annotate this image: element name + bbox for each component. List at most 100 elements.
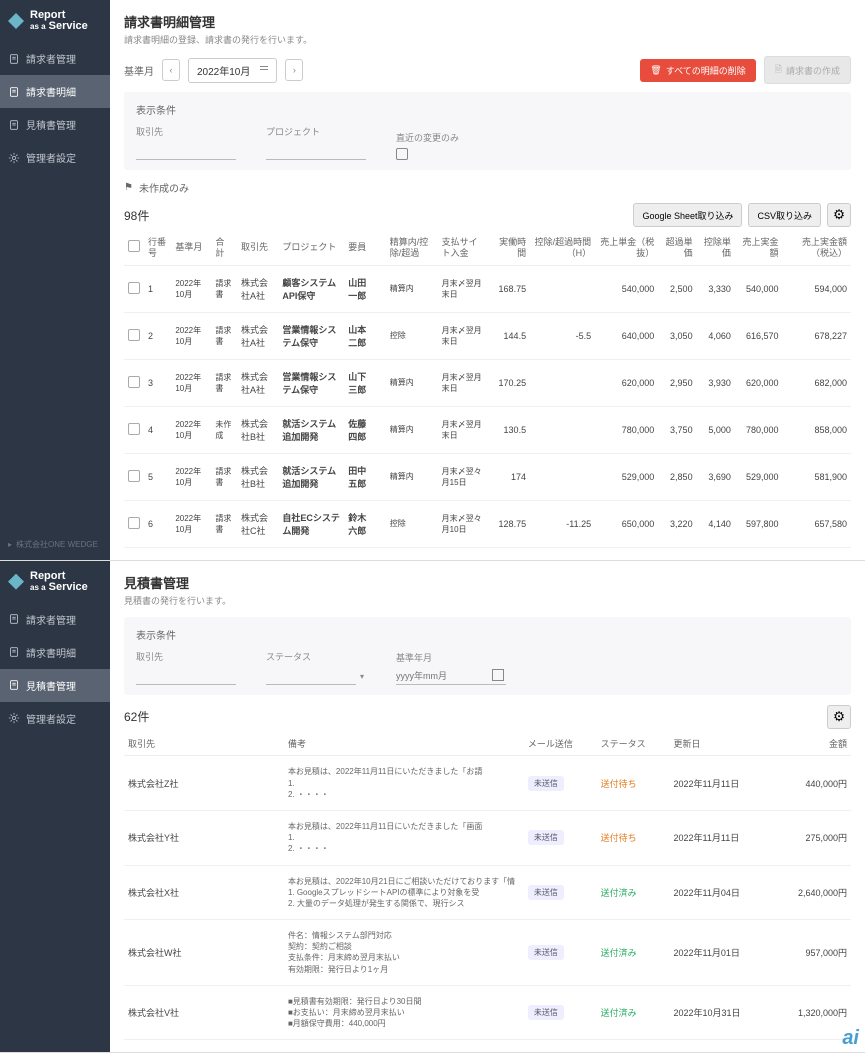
table-row[interactable]: 株式会社Z社本お見積は、2022年11月11日にいただきました「お請1.2. ・…: [124, 756, 851, 811]
cell-status: 送付済み: [597, 985, 670, 1040]
cell-hours: 130.5: [490, 406, 530, 453]
filter-changed-label: 直近の変更のみ: [396, 131, 496, 144]
col-header: 取引先: [124, 733, 284, 756]
table-settings-button[interactable]: ⚙: [827, 705, 851, 729]
cell-over: [530, 453, 595, 500]
import-gsheet-button[interactable]: Google Sheet取り込み: [633, 203, 742, 227]
row-checkbox[interactable]: [128, 423, 140, 435]
sidebar-item-2[interactable]: 見積書管理: [0, 108, 110, 141]
cell-month: 2022年10月: [171, 265, 211, 312]
row-checkbox[interactable]: [128, 376, 140, 388]
sidebar-item-label: 管理者設定: [26, 150, 76, 165]
period-prev-button[interactable]: ‹: [162, 59, 180, 81]
sidebar-item-label: 管理者設定: [26, 711, 76, 726]
cell-du: 3,930: [697, 359, 735, 406]
table-row[interactable]: 株式会社W社件名：情報システム部門対応契約：契約ご相談支払条件：月末締め翌月末払…: [124, 920, 851, 986]
filter-project-input[interactable]: [266, 142, 366, 160]
col-header: ステータス: [597, 733, 670, 756]
brand[interactable]: Reportas a Service: [0, 0, 110, 42]
filter-status-label: ステータス: [266, 650, 366, 663]
gear-icon: [8, 712, 20, 724]
mail-badge[interactable]: 未送信: [528, 885, 564, 900]
sidebar-item-3[interactable]: 管理者設定: [0, 141, 110, 174]
cell-unit: 780,000: [595, 406, 658, 453]
table-settings-button[interactable]: ⚙: [827, 203, 851, 227]
col-header: メール送信: [524, 733, 597, 756]
invoice-table: 行番号基準月合計取引先プロジェクト要員精算内/控除/超過支払サイト入金実働時間控…: [124, 231, 851, 548]
app-root: Reportas a Service 請求者管理請求書明細見積書管理管理者設定 …: [0, 0, 865, 1053]
col-header: 取引先: [237, 231, 278, 265]
page-subtitle: 請求書明細の登録、請求書の発行を行います。: [124, 33, 851, 46]
select-all-checkbox[interactable]: [128, 240, 140, 252]
table-row[interactable]: 12022年10月請求書株式会社A社顧客システムAPI保守山田 一郎精算内月末〆…: [124, 265, 851, 312]
cell-client: 株式会社V社: [124, 985, 284, 1040]
mail-badge[interactable]: 未送信: [528, 1005, 564, 1020]
mail-badge[interactable]: 未送信: [528, 945, 564, 960]
filter-client-input[interactable]: [136, 142, 236, 160]
cell-ou: 2,850: [658, 453, 696, 500]
cell-memo: 本お見積は、2022年10月21日にご相談いただけております「情1. Googl…: [284, 865, 524, 920]
table-row[interactable]: 22022年10月請求書株式会社A社営業情報システム保守山本 二郎控除月末〆翌月…: [124, 312, 851, 359]
period-picker[interactable]: 2022年10月: [188, 58, 277, 83]
cell-over: [530, 265, 595, 312]
flag-row[interactable]: ⚑未作成のみ: [124, 180, 851, 195]
cell-sum: 請求書: [211, 265, 237, 312]
delete-all-button[interactable]: 🗑すべての明細の削除: [640, 59, 755, 82]
filter-title: 表示条件: [136, 627, 839, 642]
period-next-button[interactable]: ›: [285, 59, 303, 81]
cell-amt: 529,000: [735, 453, 783, 500]
sidebar-item-3[interactable]: 管理者設定: [0, 702, 110, 735]
mail-badge[interactable]: 未送信: [528, 776, 564, 791]
filter-status-select[interactable]: [266, 667, 356, 685]
cell-date: 2022年11月04日: [670, 865, 773, 920]
sidebar-item-0[interactable]: 請求者管理: [0, 42, 110, 75]
cell-month: 2022年10月: [171, 312, 211, 359]
col-header: 要員: [344, 231, 385, 265]
cell-client: 株式会社C社: [237, 500, 278, 547]
sidebar-item-0[interactable]: 請求者管理: [0, 603, 110, 636]
row-checkbox[interactable]: [128, 470, 140, 482]
cell-du: 5,000: [697, 406, 735, 453]
table-row[interactable]: 株式会社X社本お見積は、2022年10月21日にご相談いただけております「情1.…: [124, 865, 851, 920]
cell-unit: 620,000: [595, 359, 658, 406]
cell-calc: 精算内: [386, 406, 438, 453]
cell-no: 1: [144, 265, 171, 312]
main-panel: 請求書明細管理 請求書明細の登録、請求書の発行を行います。 基準月 ‹ 2022…: [110, 0, 865, 560]
table-row[interactable]: 32022年10月請求書株式会社A社営業情報システム保守山下 三郎精算内月末〆翌…: [124, 359, 851, 406]
table-row[interactable]: 株式会社V社■見積書有効期限：発行日より30日間■お支払い：月末締め翌月末払い■…: [124, 985, 851, 1040]
screen-estimate: Reportas a Service 請求者管理請求書明細見積書管理管理者設定 …: [0, 561, 865, 1053]
sidebar-item-1[interactable]: 請求書明細: [0, 75, 110, 108]
filter-base-date[interactable]: [396, 668, 506, 685]
table-row[interactable]: 62022年10月請求書株式会社C社自社ECシステム開発鈴木 六郎控除月末〆翌々…: [124, 500, 851, 547]
table-row[interactable]: 42022年10月未作成株式会社B社就活システム追加開発佐藤 四郎精算内月末〆翌…: [124, 406, 851, 453]
cell-project: 営業情報システム保守: [278, 359, 344, 406]
cell-client: 株式会社A社: [237, 359, 278, 406]
cell-project: 就活システム追加開発: [278, 406, 344, 453]
row-checkbox[interactable]: [128, 282, 140, 294]
sidebar-item-1[interactable]: 請求書明細: [0, 636, 110, 669]
invoice-table-wrap: 行番号基準月合計取引先プロジェクト要員精算内/控除/超過支払サイト入金実働時間控…: [124, 231, 851, 548]
cell-amt: 616,570: [735, 312, 783, 359]
cell-over: [530, 359, 595, 406]
table-row[interactable]: 株式会社Y社本お見積は、2022年11月11日にいただきました「画面1.2. ・…: [124, 810, 851, 865]
estimate-table: 取引先備考メール送信ステータス更新日金額 株式会社Z社本お見積は、2022年11…: [124, 733, 851, 1041]
cell-ou: 3,050: [658, 312, 696, 359]
cell-over: -11.25: [530, 500, 595, 547]
mail-badge[interactable]: 未送信: [528, 830, 564, 845]
gear-icon: [8, 152, 20, 164]
import-csv-button[interactable]: CSV取り込み: [748, 203, 821, 227]
sidebar-item-label: 見積書管理: [26, 117, 76, 132]
doc-icon: [8, 53, 20, 65]
sidebar-item-2[interactable]: 見積書管理: [0, 669, 110, 702]
result-count: 62件: [124, 708, 149, 725]
row-checkbox[interactable]: [128, 329, 140, 341]
filter-changed-checkbox[interactable]: [396, 148, 408, 160]
col-header: 実働時間: [490, 231, 530, 265]
cell-unit: 540,000: [595, 265, 658, 312]
brand[interactable]: Reportas a Service: [0, 561, 110, 603]
row-checkbox[interactable]: [128, 517, 140, 529]
cell-hours: 170.25: [490, 359, 530, 406]
table-row[interactable]: 52022年10月請求書株式会社B社就活システム追加開発田中 五郎精算内月末〆翌…: [124, 453, 851, 500]
cell-project: 自社ECシステム開発: [278, 500, 344, 547]
filter-client-input[interactable]: [136, 667, 236, 685]
